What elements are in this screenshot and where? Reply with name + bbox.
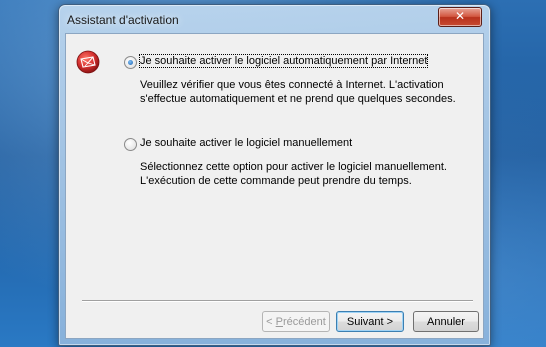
dialog-client-area: Je souhaite activer le logiciel automati… [65,33,484,339]
title-bar: Assistant d'activation ✕ [59,5,490,33]
previous-rest: récédent [283,316,326,328]
next-button[interactable]: Suivant > [336,311,404,332]
radio-automatic[interactable] [124,56,137,69]
option-manual-label[interactable]: Je souhaite activer le logiciel manuelle… [140,137,352,149]
close-icon: ✕ [454,9,466,23]
button-separator [82,300,473,302]
activation-logo-icon [76,50,100,74]
option-manual-description: Sélectionnez cette option pour activer l… [140,161,447,187]
close-button[interactable]: ✕ [438,7,482,27]
window-title: Assistant d'activation [67,13,179,27]
previous-prefix: < [266,316,276,328]
previous-button[interactable]: < Précédent [262,311,330,332]
radio-manual[interactable] [124,138,137,151]
option-automatic-description: Veuillez vérifier que vous êtes connecté… [140,79,456,105]
option-automatic-label[interactable]: Je souhaite activer le logiciel automati… [138,54,429,68]
activation-dialog: Assistant d'activation ✕ Je souhaite act… [58,4,491,346]
cancel-button[interactable]: Annuler [413,311,479,332]
previous-mnemonic: P [275,316,283,328]
